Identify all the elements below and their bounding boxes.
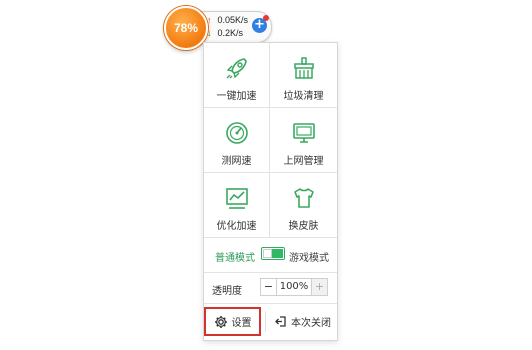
- tool-label: 优化加速: [216, 221, 257, 232]
- game-mode-label[interactable]: 游戏模式: [289, 249, 329, 264]
- settings-label: 设置: [231, 318, 252, 329]
- tool-speed-test[interactable]: 测网速: [204, 108, 270, 173]
- close-label: 本次关闭: [291, 318, 331, 329]
- toggle-knob: [263, 249, 272, 258]
- tool-label: 一键加速: [216, 91, 257, 102]
- transparency-row: 透明度 − 100% +: [204, 272, 337, 304]
- mode-row: 普通模式 游戏模式: [204, 238, 337, 273]
- bottom-bar: 设置 本次关闭: [204, 303, 337, 340]
- transparency-value[interactable]: 100%: [276, 279, 312, 295]
- tool-label: 垃圾清理: [283, 91, 324, 102]
- close-this-time-button[interactable]: 本次关闭: [268, 307, 337, 336]
- tool-optimize[interactable]: 优化加速: [204, 173, 270, 238]
- divider: [265, 311, 266, 332]
- rocket-icon: [226, 58, 247, 79]
- increase-button[interactable]: +: [312, 279, 327, 295]
- chart-line-icon: [225, 188, 248, 209]
- monitor-icon: [292, 123, 315, 143]
- toggle-fill: [272, 249, 283, 258]
- tools-grid: 一键加速 垃圾清理 测网速 上网管理 优化加速 换皮肤: [204, 43, 337, 238]
- speedometer-icon: [225, 122, 248, 144]
- gear-icon: [214, 315, 227, 328]
- notification-dot: [263, 15, 269, 21]
- tool-speed-up[interactable]: 一键加速: [204, 43, 270, 108]
- decrease-button[interactable]: −: [261, 279, 276, 295]
- upload-speed: ↑ 0.05K/s: [207, 15, 248, 25]
- memory-percent: 78%: [173, 21, 199, 35]
- tool-net-manage[interactable]: 上网管理: [270, 108, 337, 173]
- download-speed: ↓ 0.2K/s: [207, 28, 243, 38]
- exit-icon: [275, 316, 286, 327]
- tool-label: 换皮肤: [288, 221, 319, 232]
- add-icon[interactable]: +: [252, 15, 269, 33]
- upload-speed-value: 0.05K/s: [217, 15, 249, 25]
- tool-label: 上网管理: [283, 156, 324, 167]
- settings-button[interactable]: 设置: [204, 307, 261, 336]
- tool-junk-clean[interactable]: 垃圾清理: [270, 43, 337, 108]
- transparency-stepper: − 100% +: [260, 278, 328, 296]
- transparency-label: 透明度: [212, 286, 242, 297]
- broom-icon: [293, 57, 314, 79]
- normal-mode-label[interactable]: 普通模式: [215, 249, 255, 264]
- tshirt-icon: [293, 188, 314, 208]
- tool-skin[interactable]: 换皮肤: [270, 173, 337, 238]
- download-speed-value: 0.2K/s: [217, 28, 244, 38]
- mode-toggle[interactable]: [261, 247, 285, 260]
- quick-panel: 一键加速 垃圾清理 测网速 上网管理 优化加速 换皮肤 普通模式 游戏模式 透明…: [203, 42, 338, 341]
- memory-ball[interactable]: 78%: [164, 6, 208, 50]
- tool-label: 测网速: [221, 156, 252, 167]
